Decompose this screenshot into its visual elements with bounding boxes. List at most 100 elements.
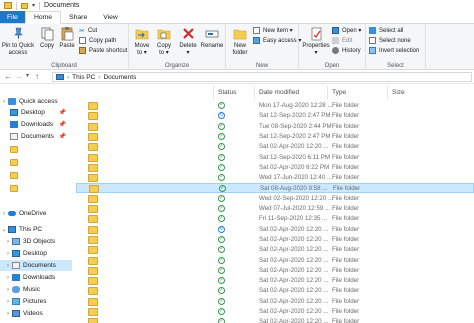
expand-chevron-icon[interactable]: › [0, 99, 8, 105]
breadcrumb-documents[interactable]: Documents [103, 74, 136, 81]
file-row[interactable]: ↻ Sat 02-Apr-2020 12:20 ... File folder [76, 225, 474, 235]
file-row[interactable]: ✓ Wed 07-Jul-2020 12:59 ... File folder [76, 204, 474, 214]
file-row[interactable]: ✓ Sat 02-Apr-2020 12:20 ... File folder [76, 266, 474, 276]
customize-qat-button[interactable]: ▾ [32, 2, 35, 9]
nav-music[interactable]: › Music [0, 284, 72, 295]
nav-this-pc[interactable]: ⌄ This PC [0, 224, 72, 235]
pin-to-quick-access-button[interactable]: Pin to Quick access [1, 26, 35, 56]
expand-chevron-icon[interactable]: › [4, 299, 12, 305]
properties-button[interactable]: Properties ▾ [301, 26, 331, 56]
open-button[interactable]: Open ▾ [332, 27, 361, 34]
copy-button[interactable]: Copy [37, 26, 57, 50]
clipboard-group-label: Clipboard [51, 63, 77, 69]
paste-button[interactable]: Paste [58, 26, 76, 50]
move-to-button[interactable]: Move to ▾ [132, 26, 152, 56]
breadcrumb-this-pc[interactable]: This PC [72, 74, 95, 81]
file-row[interactable]: ✓ Sat 02-Apr-2020 12:20 ... File folder [76, 142, 474, 152]
paste-shortcut-button[interactable]: Paste shortcut [79, 47, 127, 54]
copy-to-button[interactable]: Copy to ▾ [154, 26, 174, 56]
file-row[interactable]: ✓ Tue 08-Sep-2020 2:44 PM File folder [76, 122, 474, 132]
nav-quick-access[interactable]: › Quick access [0, 96, 72, 107]
expand-chevron-icon[interactable]: › [4, 287, 12, 293]
file-row[interactable]: ↻ Sat 12-Sep-2020 2:47 PM File folder [76, 111, 474, 121]
recent-locations-button[interactable]: ▾ [26, 72, 29, 81]
file-row[interactable]: ✓ Fri 11-Sep-2020 12:35 ... File folder [76, 214, 474, 224]
expand-chevron-icon[interactable]: › [4, 263, 12, 269]
clipboard-group: Pin to Quick access Copy Paste ✂ Cut Cop… [0, 24, 129, 70]
folder-icon [88, 112, 98, 121]
select-none-label: Select none [379, 37, 411, 44]
nav-pc-desktop[interactable]: › Desktop [0, 248, 72, 259]
tab-file[interactable]: File [0, 11, 25, 23]
expand-chevron-icon[interactable]: › [0, 211, 8, 217]
easy-access-button[interactable]: Easy access ▾ [253, 37, 301, 44]
back-button[interactable]: ← [4, 72, 12, 81]
tab-view[interactable]: View [95, 11, 126, 23]
cut-button[interactable]: ✂ Cut [79, 27, 97, 35]
nav-pictures[interactable]: › Pictures [0, 296, 72, 307]
file-row[interactable]: ✓ Sat 12-Sep-2020 6:11 PM File folder [76, 153, 474, 163]
file-row[interactable]: ✓ Sat 02-Apr-2020 12:20 ... File folder [76, 317, 474, 323]
expand-chevron-icon[interactable]: › [4, 239, 12, 245]
column-header-type[interactable]: Type [328, 86, 388, 99]
nav-qa-folder[interactable] [0, 144, 72, 155]
invert-selection-button[interactable]: Invert selection [369, 47, 419, 54]
nav-qa-folder[interactable] [0, 170, 72, 181]
copy-path-button[interactable]: Copy path [79, 37, 116, 44]
nav-qa-downloads[interactable]: Downloads 📌 [0, 119, 72, 130]
nav-qa-folder[interactable] [0, 157, 72, 168]
up-button[interactable]: ↑ [35, 72, 39, 81]
file-row[interactable]: ✓ Wed 17-Jun-2020 12:40 ... File folder [76, 173, 474, 183]
file-row[interactable]: ✓ Sat 02-Apr-2020 12:20 ... File folder [76, 256, 474, 266]
edit-button[interactable]: Edit [332, 37, 352, 44]
nav-pictures-label: Pictures [23, 298, 47, 305]
file-row[interactable]: ✓ Sat 02-Apr-2020 12:20 ... File folder [76, 297, 474, 307]
rename-button[interactable]: Rename [201, 26, 223, 50]
file-row[interactable]: ✓ Sat 08-Aug-2020 9:58 ... File folder [76, 183, 474, 194]
delete-button[interactable]: Delete ▾ [177, 26, 199, 56]
column-header-date-modified[interactable]: Date modified [255, 86, 328, 99]
expand-chevron-icon[interactable]: › [4, 251, 12, 257]
collapse-chevron-icon[interactable]: ⌄ [0, 226, 8, 233]
nav-onedrive[interactable]: › OneDrive [0, 208, 72, 219]
tab-share[interactable]: Share [61, 11, 95, 23]
file-row[interactable]: ✓ Sat 02-Apr-2020 12:20 ... File folder [76, 276, 474, 286]
column-header-status[interactable]: Status [214, 86, 255, 99]
column-header-name[interactable] [76, 86, 214, 99]
type-cell: File folder [332, 318, 360, 323]
column-header-size[interactable]: Size [388, 86, 438, 99]
file-row[interactable]: ✓ Mon 17-Aug-2020 12:28 ... File folder [76, 101, 474, 111]
nav-3d-objects[interactable]: › 3D Objects [0, 236, 72, 247]
nav-qa-desktop[interactable]: Desktop 📌 [0, 107, 72, 118]
file-row[interactable]: ✓ Sat 02-Apr-2020 12:20 ... File folder [76, 286, 474, 296]
file-row[interactable]: ✓ Sat 02-Apr-2020 12:20 ... File folder [76, 245, 474, 255]
nav-pc-documents[interactable]: › Documents [0, 260, 72, 271]
new-folder-button[interactable]: New folder [229, 26, 251, 56]
expand-chevron-icon[interactable]: › [4, 311, 12, 317]
date-modified-cell: Sat 02-Apr-2020 12:20 ... [259, 266, 329, 274]
date-modified-cell: Sat 12-Sep-2020 2:47 PM [259, 132, 331, 140]
file-row[interactable]: ✓ Wed 02-Sep-2020 12:20 ... File folder [76, 194, 474, 204]
file-row[interactable]: ✓ Sat 02-Apr-2020 12:20 ... File folder [76, 235, 474, 245]
nav-qa-documents[interactable]: Documents 📌 [0, 131, 72, 142]
forward-button[interactable]: → [15, 72, 23, 81]
nav-pc-downloads[interactable]: › Downloads [0, 272, 72, 283]
select-none-button[interactable]: Select none [369, 37, 411, 44]
type-cell: File folder [332, 112, 360, 120]
file-row[interactable]: ✓ Sat 12-Sep-2020 2:47 PM File folder [76, 132, 474, 142]
folder-icon [88, 297, 98, 306]
file-row[interactable]: ✓ Sat 02-Apr-2020 6:22 PM File folder [76, 163, 474, 173]
properties-label: Properties ▾ [302, 43, 330, 56]
quick-access-folder-icon[interactable] [21, 2, 28, 9]
history-button[interactable]: History [332, 47, 361, 54]
file-row[interactable]: ✓ Sat 02-Apr-2020 12:20 ... File folder [76, 307, 474, 317]
new-item-button[interactable]: New item ▾ [253, 27, 293, 34]
available-status-icon: ✓ [218, 132, 225, 140]
address-box[interactable]: › This PC › Documents [52, 72, 472, 82]
nav-qa-folder[interactable] [0, 183, 72, 194]
nav-videos[interactable]: › Videos [0, 308, 72, 319]
tab-home[interactable]: Home [24, 11, 62, 24]
folder-icon [88, 225, 98, 234]
select-all-button[interactable]: Select all [369, 27, 403, 34]
expand-chevron-icon[interactable]: › [4, 275, 12, 281]
